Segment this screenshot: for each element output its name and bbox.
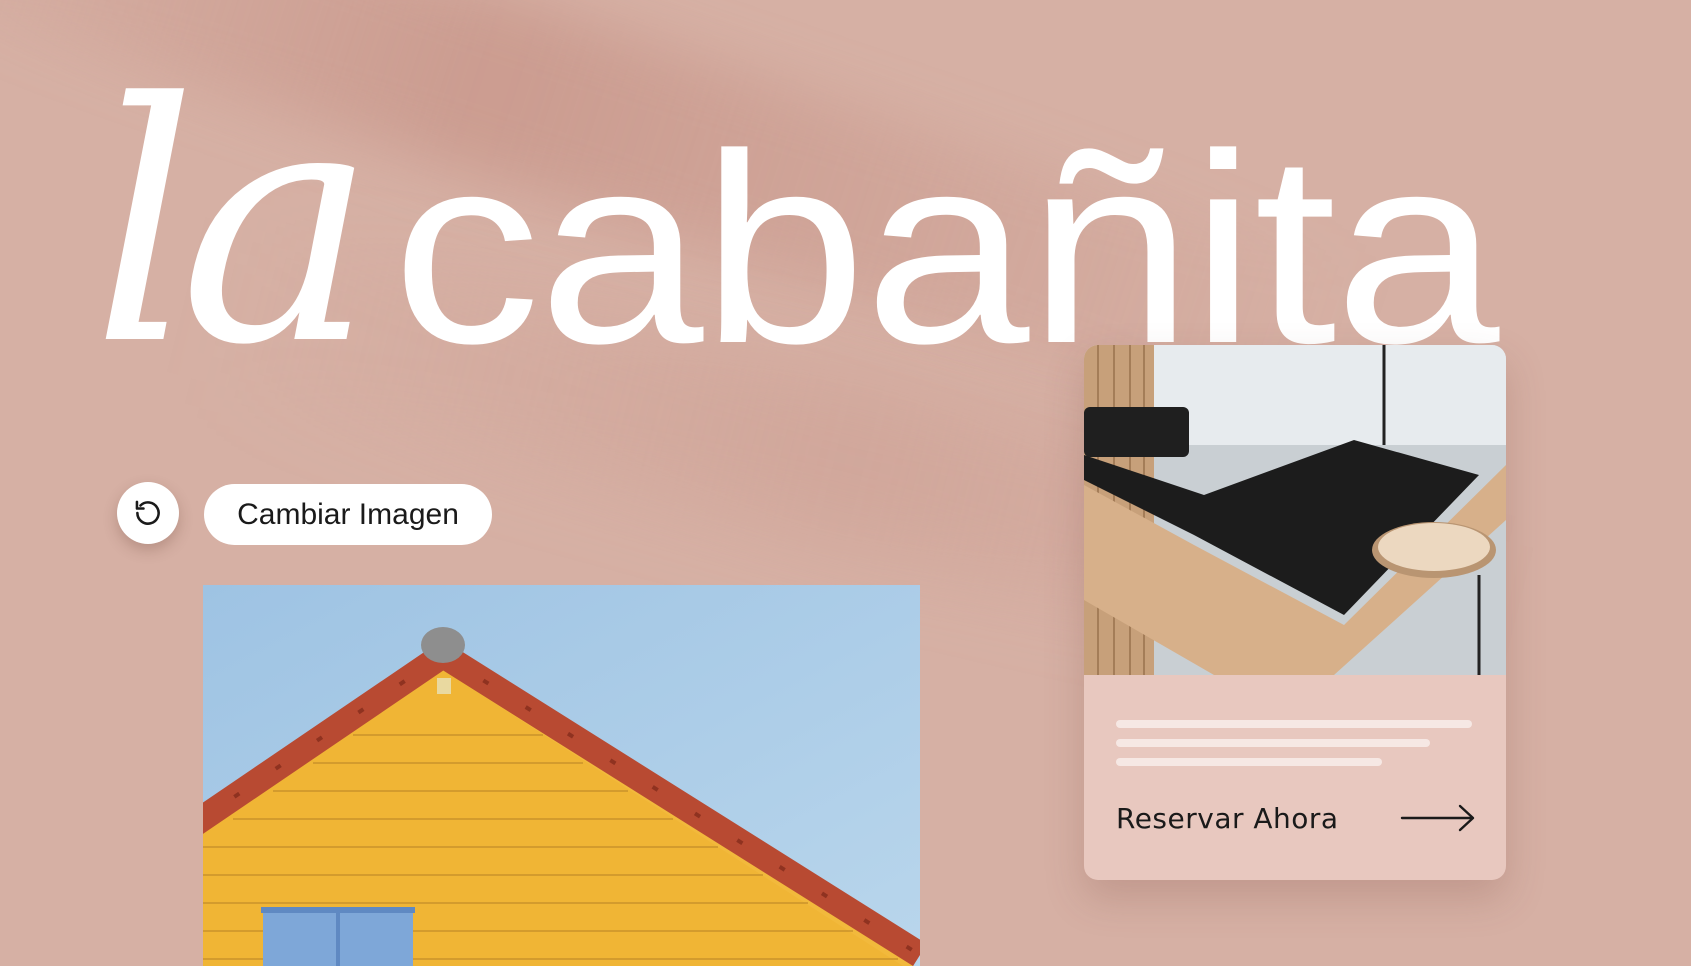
placeholder-line — [1116, 758, 1382, 766]
lounge-photo — [1084, 345, 1506, 675]
brand-prefix: la — [92, 33, 376, 417]
booking-card: Reservar Ahora — [1084, 345, 1506, 880]
house-photo — [203, 585, 920, 966]
refresh-button[interactable] — [117, 482, 179, 544]
book-now-button[interactable]: Reservar Ahora — [1116, 793, 1476, 843]
rotate-ccw-icon — [135, 500, 160, 525]
arrow-right-icon — [1400, 804, 1475, 832]
book-now-label: Reservar Ahora — [1116, 801, 1339, 835]
brand-logo: la cabañita — [92, 60, 1612, 390]
placeholder-line — [1116, 720, 1472, 728]
placeholder-line — [1116, 739, 1430, 747]
description-placeholder — [1116, 720, 1472, 777]
change-image-button[interactable]: Cambiar Imagen — [204, 484, 492, 545]
